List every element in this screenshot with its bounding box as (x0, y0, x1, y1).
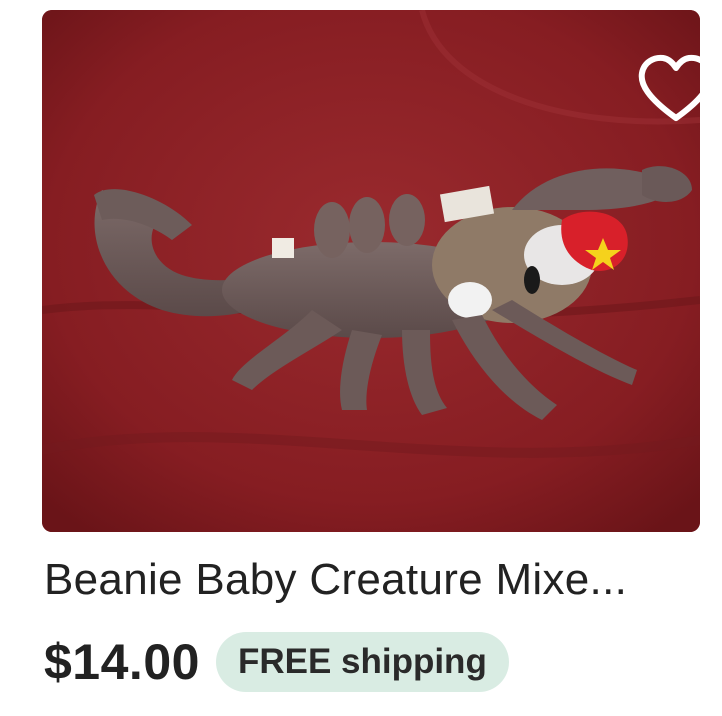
scorpion-plush-photo (42, 10, 700, 532)
product-image[interactable] (42, 10, 700, 532)
heart-outline-icon (638, 54, 700, 121)
price-row: $14.00 FREE shipping (44, 630, 509, 694)
listing-title[interactable]: Beanie Baby Creature Mixe... (44, 552, 704, 608)
listing-price: $14.00 (44, 634, 200, 690)
free-shipping-badge: FREE shipping (215, 632, 509, 692)
favorite-button[interactable] (636, 54, 700, 126)
listing-card[interactable]: Beanie Baby Creature Mixe... $14.00 FREE… (0, 0, 722, 716)
